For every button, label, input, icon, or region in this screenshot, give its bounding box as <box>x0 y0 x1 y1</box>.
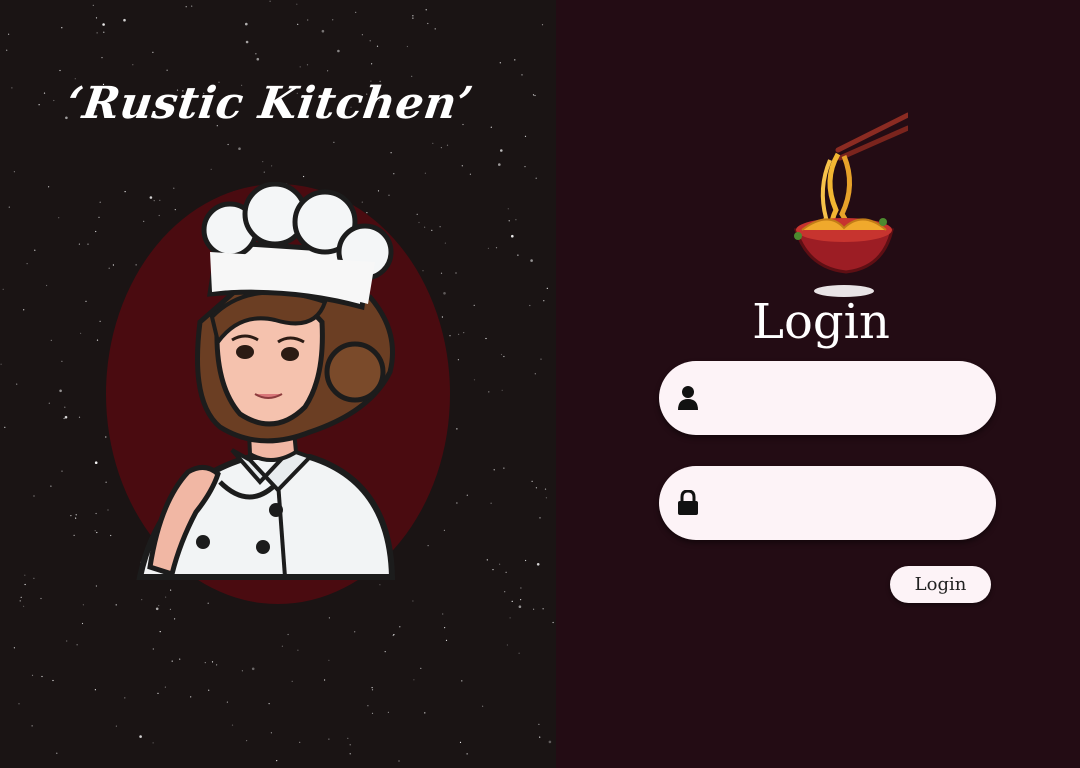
login-button[interactable]: Login <box>890 566 991 603</box>
brand-title: ‘Rustic Kitchen’ <box>63 78 477 129</box>
chef-illustration <box>106 182 450 604</box>
login-page: ‘Rustic Kitchen’ Login Login <box>0 0 1080 768</box>
noodle-bowl-chopsticks-icon <box>793 112 908 297</box>
username-input[interactable] <box>711 377 976 419</box>
page-title: Login <box>752 294 890 350</box>
login-panel: Login Login <box>556 0 1080 768</box>
password-field[interactable] <box>659 466 996 540</box>
brand-panel: ‘Rustic Kitchen’ <box>0 0 556 768</box>
lock-icon <box>678 490 698 515</box>
username-field[interactable] <box>659 361 996 435</box>
password-input[interactable] <box>711 482 976 524</box>
user-icon <box>678 386 698 410</box>
